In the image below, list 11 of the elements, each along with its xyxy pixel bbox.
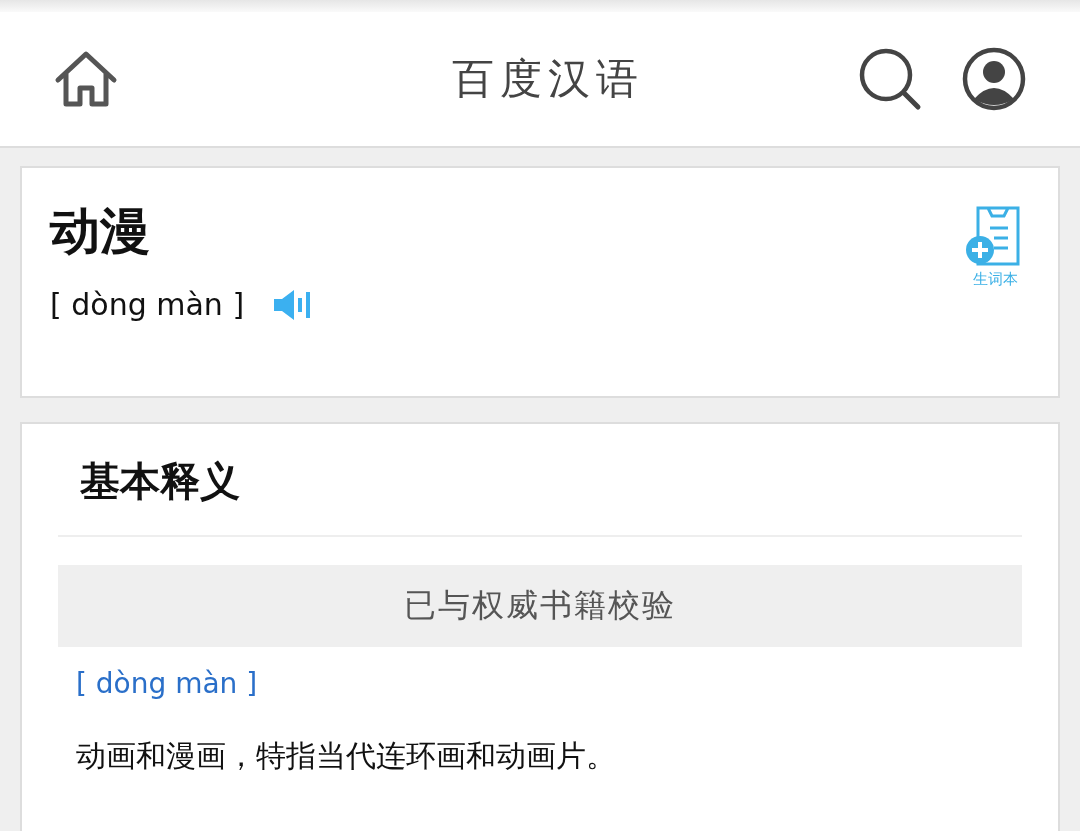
definition-pinyin: [ dòng màn ]	[76, 667, 258, 700]
pinyin: [ dòng màn ]	[50, 287, 245, 322]
section-heading: 基本释义	[79, 457, 241, 506]
home-icon[interactable]	[54, 50, 118, 108]
wordbook-label[interactable]: 生词本	[972, 270, 1018, 289]
search-icon[interactable]	[858, 47, 922, 111]
user-avatar-icon[interactable]	[962, 47, 1026, 111]
headword: 动漫	[50, 201, 150, 262]
definition-text: 动画和漫画，特指当代连环画和动画片。	[76, 737, 617, 775]
verified-banner: 已与权威书籍校验	[58, 565, 1022, 647]
app-title: 百度汉语	[452, 53, 644, 105]
